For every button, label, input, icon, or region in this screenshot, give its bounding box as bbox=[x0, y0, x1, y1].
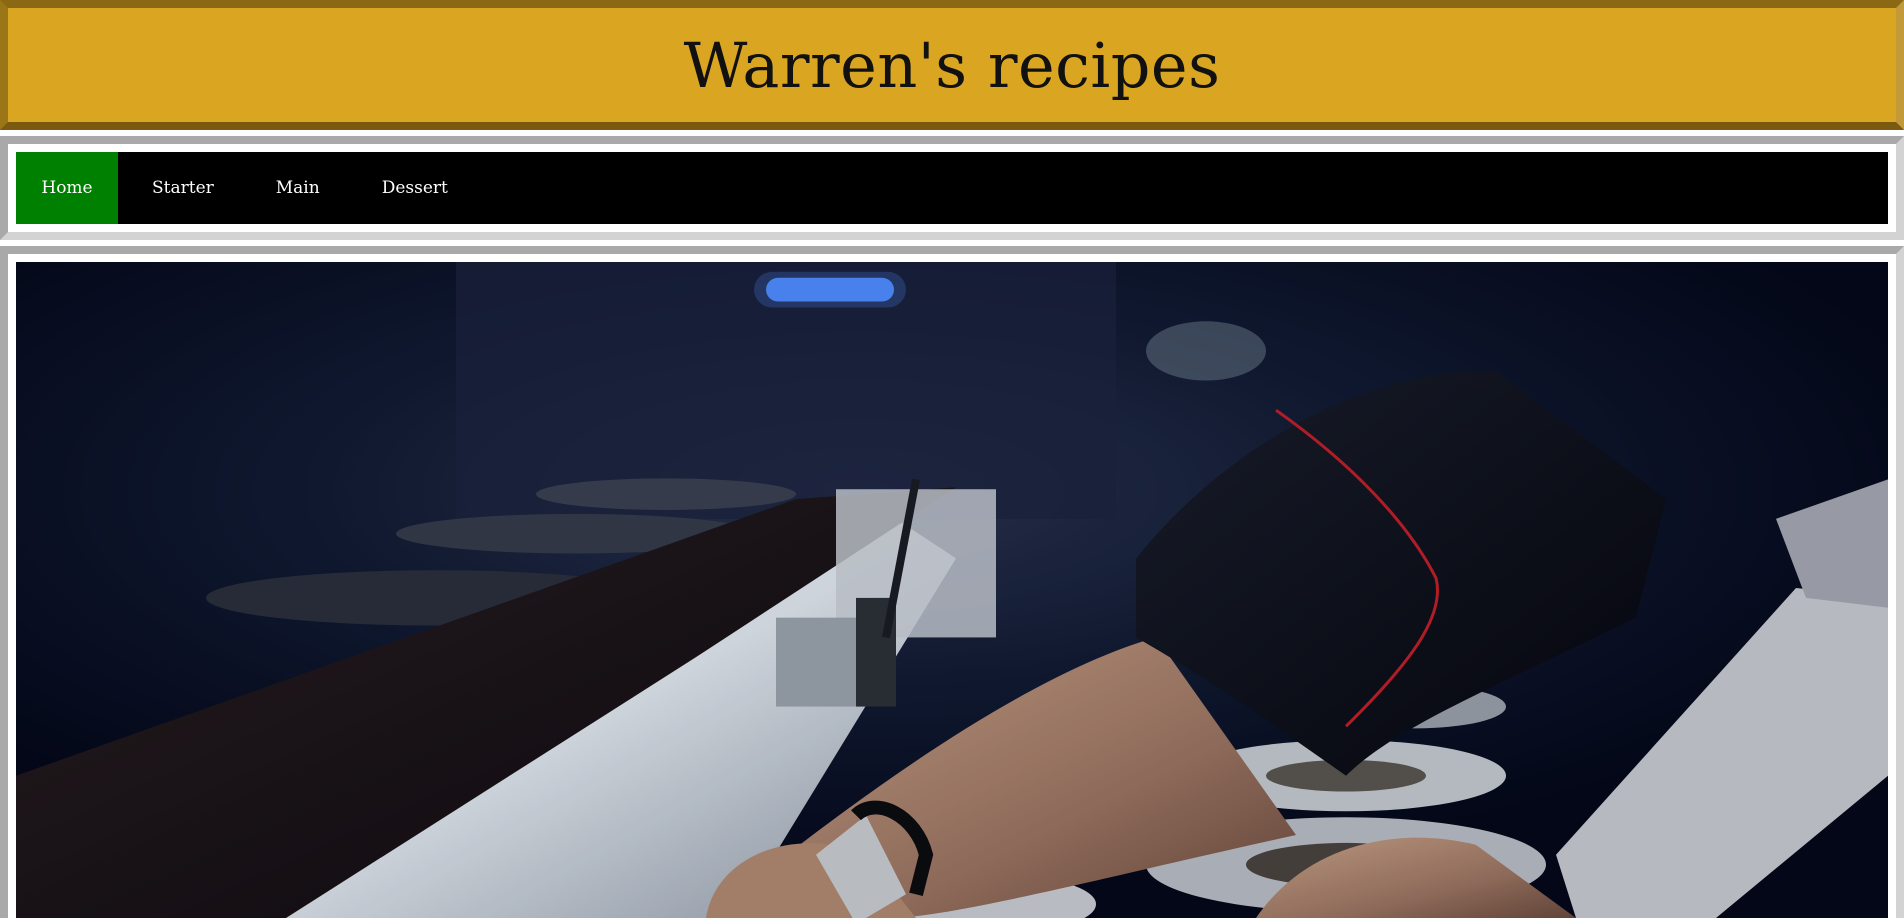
site-title: Warren's recipes bbox=[683, 28, 1221, 102]
hero-image bbox=[16, 262, 1888, 918]
site-header: Warren's recipes bbox=[0, 0, 1904, 130]
nav-item-dessert[interactable]: Dessert bbox=[348, 152, 482, 224]
nav-item-main[interactable]: Main bbox=[248, 152, 348, 224]
nav-item-starter[interactable]: Starter bbox=[118, 152, 248, 224]
main-nav: Home Starter Main Dessert bbox=[16, 152, 1888, 224]
hero-photo-illustration bbox=[16, 262, 1888, 918]
nav-frame: Home Starter Main Dessert bbox=[0, 136, 1904, 240]
hero-frame bbox=[0, 246, 1904, 918]
nav-item-home[interactable]: Home bbox=[16, 152, 118, 224]
